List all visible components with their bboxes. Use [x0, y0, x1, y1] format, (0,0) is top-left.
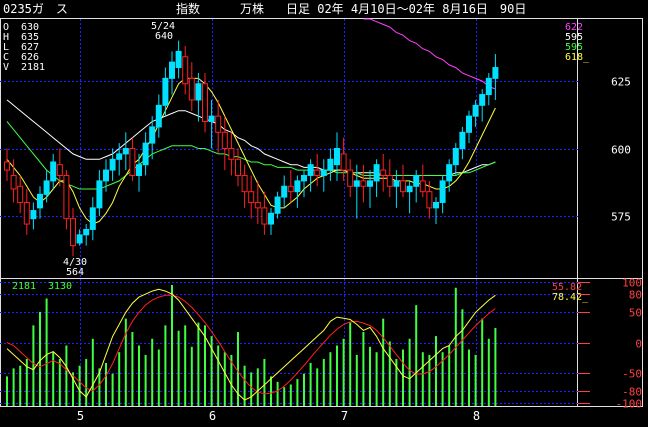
candle-body: [4, 161, 10, 171]
candle-body: [215, 115, 222, 133]
candle-body: [261, 207, 268, 225]
candle-body: [254, 201, 261, 209]
osc-header-right: 3130: [48, 281, 72, 292]
low-annotation-price: 564: [66, 267, 84, 278]
candle-body: [30, 210, 37, 220]
candle-body: [314, 169, 321, 176]
candle-body: [452, 148, 459, 166]
osc-tick-label: -50: [622, 368, 642, 381]
candle-body: [367, 180, 373, 187]
candle-body: [307, 164, 314, 176]
price-tick-label: 575: [611, 211, 631, 224]
candle-body: [287, 185, 294, 193]
candle-body: [175, 50, 182, 69]
candle-body: [419, 180, 426, 193]
high-annotation-price: 640: [155, 31, 173, 42]
stock-code: 0235ガ ス: [3, 2, 68, 16]
date-tick-label: 6: [209, 409, 216, 423]
candle-body: [109, 158, 116, 171]
candle-body: [479, 94, 486, 106]
candle-body: [56, 164, 63, 176]
candle-body: [485, 77, 492, 96]
osc-tick-label: 50: [629, 307, 642, 320]
candle-body: [406, 185, 413, 193]
osc-tick-label: -100: [616, 398, 643, 411]
osc-tick-label: 0: [635, 338, 642, 351]
candle-body: [155, 104, 162, 128]
price-tick-label: 600: [611, 144, 631, 157]
candle-body: [439, 180, 446, 203]
candle-body: [241, 174, 248, 193]
candle-body: [23, 201, 30, 225]
candle-body: [50, 161, 57, 182]
candle-body: [248, 191, 255, 203]
candle-body: [268, 212, 274, 225]
candle-body: [446, 164, 453, 182]
candle-body: [380, 169, 387, 176]
osc-value-2: 78.42_: [552, 292, 589, 303]
candle-body: [393, 180, 400, 187]
candle-body: [433, 201, 439, 209]
candle-body: [136, 164, 142, 176]
unit-label: 万株: [240, 1, 264, 16]
candle-body: [347, 169, 354, 187]
date-tick-label: 5: [77, 409, 84, 423]
candle-body: [142, 142, 149, 166]
candle-body: [360, 180, 367, 187]
candle-body: [149, 126, 156, 144]
candle-body: [459, 131, 466, 149]
candle-body: [320, 169, 327, 176]
candle-body: [386, 174, 393, 187]
candle-body: [235, 158, 241, 176]
candle-body: [96, 180, 103, 209]
candle-body: [492, 67, 499, 79]
candle-body: [116, 153, 123, 160]
candle-body: [188, 77, 195, 101]
candle-body: [472, 104, 479, 117]
candle-body: [400, 180, 406, 193]
candle-body: [63, 174, 70, 220]
stock-chart: 0235ガ ス 指数 万株 日足 02年 4月10日～02年 8月16日 90日…: [0, 0, 648, 427]
candle-body: [301, 174, 307, 182]
indicator-label: 指数: [176, 1, 200, 16]
ma-value-4: 618_: [565, 52, 590, 63]
candle-body: [43, 180, 50, 195]
candle-body: [129, 148, 136, 176]
osc-header-left: 2181: [12, 281, 36, 292]
period-label: 日足 02年 4月10日～02年 8月16日 90日: [286, 2, 526, 16]
candle-body: [169, 61, 175, 79]
candle-body: [89, 207, 96, 230]
candle-body: [182, 56, 189, 85]
candle-body: [228, 148, 235, 160]
candle-body: [274, 196, 281, 214]
candle-body: [103, 169, 109, 182]
candle-body: [76, 234, 83, 244]
date-tick-label: 8: [473, 409, 480, 423]
candle-body: [221, 131, 228, 149]
candle-body: [413, 174, 420, 187]
candle-body: [122, 148, 129, 155]
candle-body: [281, 185, 288, 198]
candle-body: [17, 185, 24, 203]
candle-body: [202, 83, 208, 123]
candle-body: [340, 153, 347, 171]
candle-body: [327, 158, 334, 171]
candle-body: [208, 115, 215, 123]
date-tick-label: 7: [341, 409, 348, 423]
candle-body: [426, 191, 433, 209]
osc-tick-label: 80: [629, 289, 642, 302]
candle-body: [10, 174, 17, 190]
candle-body: [37, 193, 43, 209]
candle-body: [83, 228, 90, 236]
candle-body: [353, 180, 360, 187]
candle-body: [294, 180, 301, 193]
candle-body: [162, 77, 169, 106]
price-tick-label: 625: [611, 76, 631, 89]
candle-body: [70, 218, 76, 247]
candle-body: [466, 115, 472, 133]
candle-body: [334, 148, 340, 166]
candle-body: [373, 164, 380, 182]
candle-body: [195, 83, 202, 101]
